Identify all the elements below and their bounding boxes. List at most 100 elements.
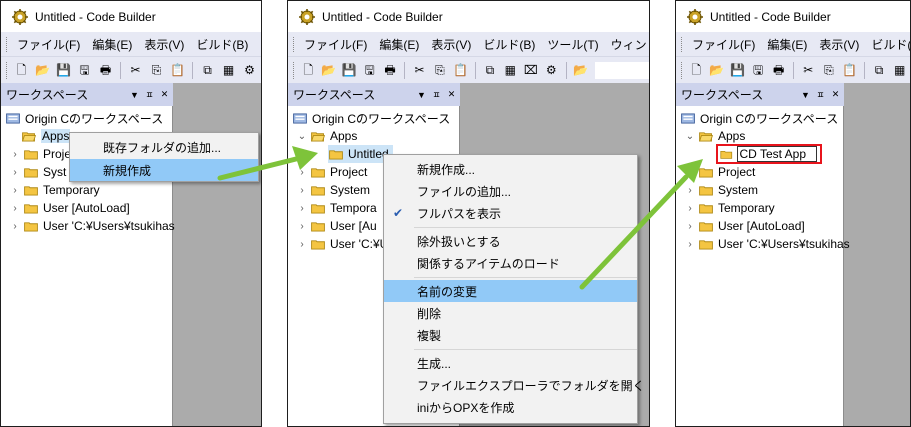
tree-item-temporary[interactable]: › Temporary xyxy=(684,199,774,217)
chevron-down-icon[interactable]: ⌄ xyxy=(684,131,696,142)
tree-item-apps[interactable]: ⌄ Apps xyxy=(684,127,746,145)
print-icon[interactable]: 🖶 xyxy=(98,62,114,78)
batch-build-icon[interactable]: ⌧ xyxy=(523,62,538,78)
menu-edit[interactable]: 編集(E) xyxy=(86,36,138,53)
tree-item-system[interactable]: › System xyxy=(296,181,370,199)
menu-window[interactable]: ウィンドウ xyxy=(605,36,649,53)
chevron-down-icon[interactable]: ▼ xyxy=(128,90,141,100)
print-icon[interactable]: 🖶 xyxy=(382,62,397,78)
chevron-down-icon[interactable]: ▼ xyxy=(415,90,428,100)
menu-edit[interactable]: 編集(E) xyxy=(761,36,813,53)
tree-item-user-autoload[interactable]: › User [AutoLoad] xyxy=(9,199,129,217)
build-icon[interactable]: ⧉ xyxy=(200,62,216,78)
menu-build[interactable]: ビルド(B) xyxy=(190,36,254,53)
chevron-right-icon[interactable]: › xyxy=(296,203,308,214)
rebuild-icon[interactable]: ▦ xyxy=(221,62,237,78)
toolbar-input[interactable] xyxy=(594,61,649,79)
menu-view[interactable]: 表示(V) xyxy=(813,36,865,53)
close-icon[interactable]: ✕ xyxy=(445,89,458,100)
menu-build[interactable]: ビルド(B) xyxy=(865,36,910,53)
save-all-icon[interactable]: 🖫 xyxy=(362,62,377,78)
copy-icon[interactable]: ⎘ xyxy=(149,62,165,78)
tree-item-system[interactable]: › System xyxy=(684,181,758,199)
chevron-right-icon[interactable]: › xyxy=(684,203,696,214)
tree-root[interactable]: Origin Cのワークスペース xyxy=(680,109,838,127)
save-icon[interactable]: 💾 xyxy=(341,62,357,78)
chevron-right-icon[interactable]: › xyxy=(684,185,696,196)
open-folder-icon[interactable]: 📂 xyxy=(321,62,336,78)
tree-item-project[interactable]: › Project xyxy=(296,163,367,181)
tree-item-project[interactable]: › Proje xyxy=(9,145,71,163)
menu-build[interactable]: ビルド(B) xyxy=(477,36,541,53)
copy-icon[interactable]: ⎘ xyxy=(821,62,837,78)
chevron-right-icon[interactable]: › xyxy=(9,167,21,178)
cut-icon[interactable]: ✂ xyxy=(128,62,144,78)
menu-tools[interactable]: ツール(T) xyxy=(541,36,604,53)
pin-icon[interactable]: ㅍ xyxy=(814,88,827,101)
build-icon[interactable]: ⧉ xyxy=(482,62,497,78)
menu-item-new-create[interactable]: 新規作成 xyxy=(70,159,258,181)
save-all-icon[interactable]: 🖫 xyxy=(750,62,766,78)
tree-item-apps[interactable]: Apps xyxy=(21,127,71,145)
menu-item-open-in-explorer[interactable]: ファイルエクスプローラでフォルダを開く xyxy=(384,374,645,396)
tree-item-user-path[interactable]: › User 'C:¥Users¥tsukihas xyxy=(9,217,174,235)
menu-item-load-related[interactable]: 関係するアイテムのロード xyxy=(384,252,637,274)
chevron-right-icon[interactable]: › xyxy=(296,185,308,196)
chevron-right-icon[interactable]: › xyxy=(684,239,696,250)
tree-item-temporary[interactable]: › Temporary xyxy=(9,181,99,199)
new-file-icon[interactable]: 🗋 xyxy=(688,62,704,78)
menu-item-add-existing-folder[interactable]: 既存フォルダの追加... xyxy=(70,136,258,158)
open-folder-icon[interactable]: 📂 xyxy=(709,62,725,78)
save-all-icon[interactable]: 🖫 xyxy=(77,62,93,78)
menu-item-create-opx[interactable]: iniからOPXを作成 xyxy=(384,396,637,418)
compile-icon[interactable]: ⚙ xyxy=(242,62,258,78)
paste-icon[interactable]: 📋 xyxy=(170,62,186,78)
chevron-right-icon[interactable]: › xyxy=(684,167,696,178)
open-folder-icon[interactable]: 📂 xyxy=(35,62,51,78)
tree-item-user-path[interactable]: › User 'C:¥U xyxy=(296,235,388,253)
menu-item-new[interactable]: 新規作成... xyxy=(384,158,637,180)
chevron-right-icon[interactable]: › xyxy=(9,221,21,232)
new-file-icon[interactable]: 🗋 xyxy=(14,62,30,78)
menu-item-build[interactable]: 生成... xyxy=(384,352,637,374)
chevron-down-icon[interactable]: ▼ xyxy=(799,90,812,100)
rename-input[interactable]: CD Test App xyxy=(736,146,817,162)
print-icon[interactable]: 🖶 xyxy=(771,62,787,78)
rebuild-icon[interactable]: ▦ xyxy=(892,62,908,78)
tree-item-apps[interactable]: ⌄ Apps xyxy=(296,127,358,145)
menu-item-delete[interactable]: 削除 xyxy=(384,302,637,324)
menu-tools-cut[interactable]: ツ xyxy=(254,36,261,53)
menu-item-rename[interactable]: 名前の変更 xyxy=(384,280,637,302)
open-file-icon[interactable]: 📂 xyxy=(573,62,588,78)
tree-item-project[interactable]: › Project xyxy=(684,163,755,181)
rebuild-icon[interactable]: ▦ xyxy=(503,62,518,78)
paste-icon[interactable]: 📋 xyxy=(842,62,858,78)
menu-file[interactable]: ファイル(F) xyxy=(686,36,761,53)
pin-icon[interactable]: ㅍ xyxy=(430,88,443,101)
pin-icon[interactable]: ㅍ xyxy=(143,88,156,101)
menu-item-show-full-path[interactable]: ✔ フルパスを表示 xyxy=(384,202,637,224)
menu-item-exclude[interactable]: 除外扱いとする xyxy=(384,230,637,252)
cut-icon[interactable]: ✂ xyxy=(800,62,816,78)
tree-item-system[interactable]: › Syst xyxy=(9,163,66,181)
copy-icon[interactable]: ⎘ xyxy=(432,62,447,78)
new-file-icon[interactable]: 🗋 xyxy=(300,62,315,78)
tree-item-temporary[interactable]: › Tempora xyxy=(296,199,376,217)
menu-file[interactable]: ファイル(F) xyxy=(11,36,86,53)
chevron-right-icon[interactable]: › xyxy=(9,185,21,196)
cut-icon[interactable]: ✂ xyxy=(412,62,427,78)
chevron-right-icon[interactable]: › xyxy=(296,239,308,250)
close-icon[interactable]: ✕ xyxy=(158,89,171,100)
tree-root[interactable]: Origin Cのワークスペース xyxy=(5,109,163,127)
tree-item-user-autoload[interactable]: › User [AutoLoad] xyxy=(684,217,804,235)
menu-view[interactable]: 表示(V) xyxy=(425,36,477,53)
menu-edit[interactable]: 編集(E) xyxy=(373,36,425,53)
chevron-down-icon[interactable]: ⌄ xyxy=(296,131,308,142)
menu-item-duplicate[interactable]: 複製 xyxy=(384,324,637,346)
save-icon[interactable]: 💾 xyxy=(56,62,72,78)
save-icon[interactable]: 💾 xyxy=(730,62,746,78)
tree-item-user-path[interactable]: › User 'C:¥Users¥tsukihas xyxy=(684,235,849,253)
chevron-right-icon[interactable]: › xyxy=(684,221,696,232)
tree-item-renaming[interactable]: CD Test App xyxy=(716,144,822,164)
chevron-right-icon[interactable]: › xyxy=(296,221,308,232)
